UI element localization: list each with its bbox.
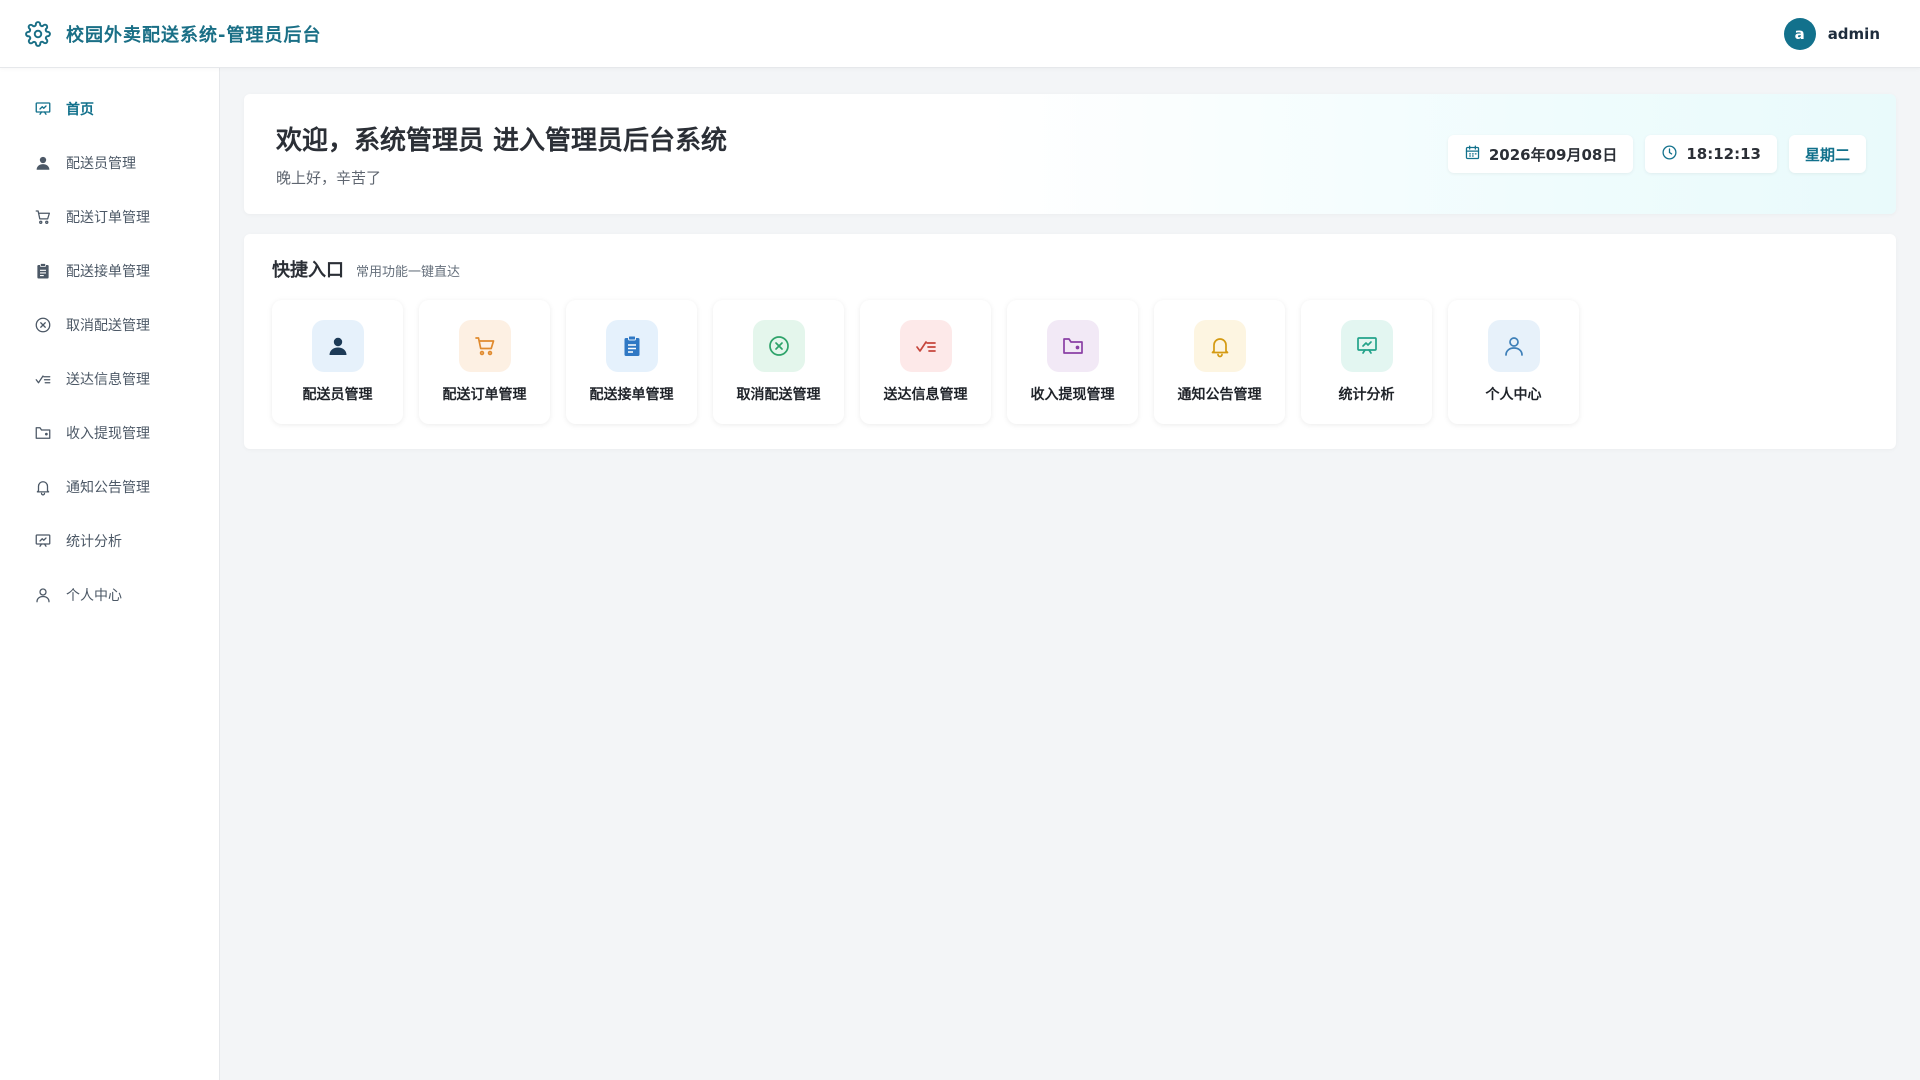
quick-tile-orders[interactable]: 配送订单管理 [419, 300, 550, 424]
quick-tile-label: 个人中心 [1485, 387, 1542, 403]
check-list-icon [34, 370, 52, 388]
wallet-icon [1046, 320, 1099, 372]
quick-tile-label: 配送订单管理 [442, 387, 527, 403]
date-text: 2026年09月08日 [1488, 145, 1618, 164]
sidebar-item-label: 通知公告管理 [66, 480, 150, 496]
sidebar-item-label: 收入提现管理 [66, 426, 150, 442]
quick-tile-label: 取消配送管理 [736, 387, 821, 403]
quick-tile-label: 配送员管理 [302, 387, 373, 403]
sidebar-item-label: 个人中心 [66, 588, 122, 604]
top-header: 校园外卖配送系统-管理员后台 a admin [0, 0, 1920, 68]
sidebar-item-notice[interactable]: 通知公告管理 [0, 460, 219, 514]
quick-tile-delivered[interactable]: 送达信息管理 [860, 300, 991, 424]
date-chip: 2026年09月08日 [1447, 135, 1634, 173]
quick-tile-couriers[interactable]: 配送员管理 [272, 300, 403, 424]
sidebar-item-cancel[interactable]: 取消配送管理 [0, 298, 219, 352]
presentation-chart-icon [34, 100, 52, 118]
quick-tile-cancel[interactable]: 取消配送管理 [713, 300, 844, 424]
sidebar-item-label: 首页 [66, 102, 94, 118]
bell-icon [34, 478, 52, 496]
quick-access-title: 快捷入口 [272, 260, 344, 281]
bell-icon [1193, 320, 1246, 372]
quick-tile-notice[interactable]: 通知公告管理 [1154, 300, 1285, 424]
clipboard-icon [34, 262, 52, 280]
time-text: 18:12:13 [1686, 145, 1761, 163]
sidebar-item-couriers[interactable]: 配送员管理 [0, 136, 219, 190]
quick-tile-label: 统计分析 [1338, 387, 1395, 403]
sidebar-item-label: 配送订单管理 [66, 210, 150, 226]
calendar-icon [1464, 144, 1481, 165]
brand: 校园外卖配送系统-管理员后台 [24, 20, 321, 48]
sidebar-item-label: 取消配送管理 [66, 318, 150, 334]
user-menu[interactable]: a admin [1783, 17, 1896, 50]
quick-tile-stats[interactable]: 统计分析 [1301, 300, 1432, 424]
user-outline-icon [34, 586, 52, 604]
sidebar-item-label: 送达信息管理 [66, 372, 150, 388]
welcome-text: 欢迎，系统管理员 进入管理员后台系统 晚上好，辛苦了 [276, 120, 727, 188]
sidebar-item-profile[interactable]: 个人中心 [0, 568, 219, 622]
quick-tile-label: 送达信息管理 [883, 387, 968, 403]
quick-tile-label: 收入提现管理 [1030, 387, 1115, 403]
cart-icon [458, 320, 511, 372]
sidebar-item-delivered[interactable]: 送达信息管理 [0, 352, 219, 406]
sidebar-item-orders[interactable]: 配送订单管理 [0, 190, 219, 244]
quick-access-tiles: 配送员管理 配送订单管理 配送接单管理 取消配送管理 送达信息管理 收入提现管理… [272, 300, 1868, 424]
user-outline-icon [1487, 320, 1540, 372]
username[interactable]: admin [1828, 25, 1880, 43]
app-title: 校园外卖配送系统-管理员后台 [66, 24, 322, 46]
main-content: 欢迎，系统管理员 进入管理员后台系统 晚上好，辛苦了 2026年09月08日 1… [244, 94, 1896, 449]
datetime-chips: 2026年09月08日 18:12:13 星期二 [1447, 135, 1866, 173]
gear-icon [24, 20, 52, 48]
wallet-icon [34, 424, 52, 442]
user-icon [34, 154, 52, 172]
quick-access-subtitle: 常用功能一键直达 [356, 265, 461, 280]
quick-access-panel: 快捷入口 常用功能一键直达 配送员管理 配送订单管理 配送接单管理 取消配送管理… [244, 234, 1896, 449]
presentation-chart-icon [1340, 320, 1393, 372]
circle-x-icon [752, 320, 805, 372]
circle-x-icon [34, 316, 52, 334]
weekday-chip: 星期二 [1788, 135, 1866, 173]
presentation-chart-icon [34, 532, 52, 550]
quick-tile-accept[interactable]: 配送接单管理 [566, 300, 697, 424]
quick-tile-label: 通知公告管理 [1177, 387, 1262, 403]
welcome-subtitle: 晚上好，辛苦了 [276, 169, 382, 187]
sidebar-item-accept[interactable]: 配送接单管理 [0, 244, 219, 298]
sidebar-item-income[interactable]: 收入提现管理 [0, 406, 219, 460]
sidebar-item-stats[interactable]: 统计分析 [0, 514, 219, 568]
sidebar-item-label: 配送员管理 [66, 156, 136, 172]
welcome-banner: 欢迎，系统管理员 进入管理员后台系统 晚上好，辛苦了 2026年09月08日 1… [244, 94, 1896, 214]
avatar[interactable]: a [1783, 17, 1816, 50]
sidebar-item-home[interactable]: 首页 [0, 82, 219, 136]
clipboard-icon [605, 320, 658, 372]
welcome-title: 欢迎，系统管理员 进入管理员后台系统 [276, 126, 728, 156]
quick-tile-income[interactable]: 收入提现管理 [1007, 300, 1138, 424]
weekday-text: 星期二 [1804, 145, 1850, 164]
sidebar: 首页 配送员管理 配送订单管理 配送接单管理 取消配送管理 送达信息管理 收入提… [0, 68, 220, 1080]
user-icon [311, 320, 364, 372]
quick-tile-profile[interactable]: 个人中心 [1448, 300, 1579, 424]
quick-tile-label: 配送接单管理 [589, 387, 674, 403]
cart-icon [34, 208, 52, 226]
sidebar-item-label: 统计分析 [66, 534, 122, 550]
time-chip: 18:12:13 [1645, 135, 1777, 173]
check-list-icon [899, 320, 952, 372]
quick-access-header: 快捷入口 常用功能一键直达 [272, 256, 1868, 282]
sidebar-item-label: 配送接单管理 [66, 264, 150, 280]
clock-icon [1661, 144, 1678, 165]
